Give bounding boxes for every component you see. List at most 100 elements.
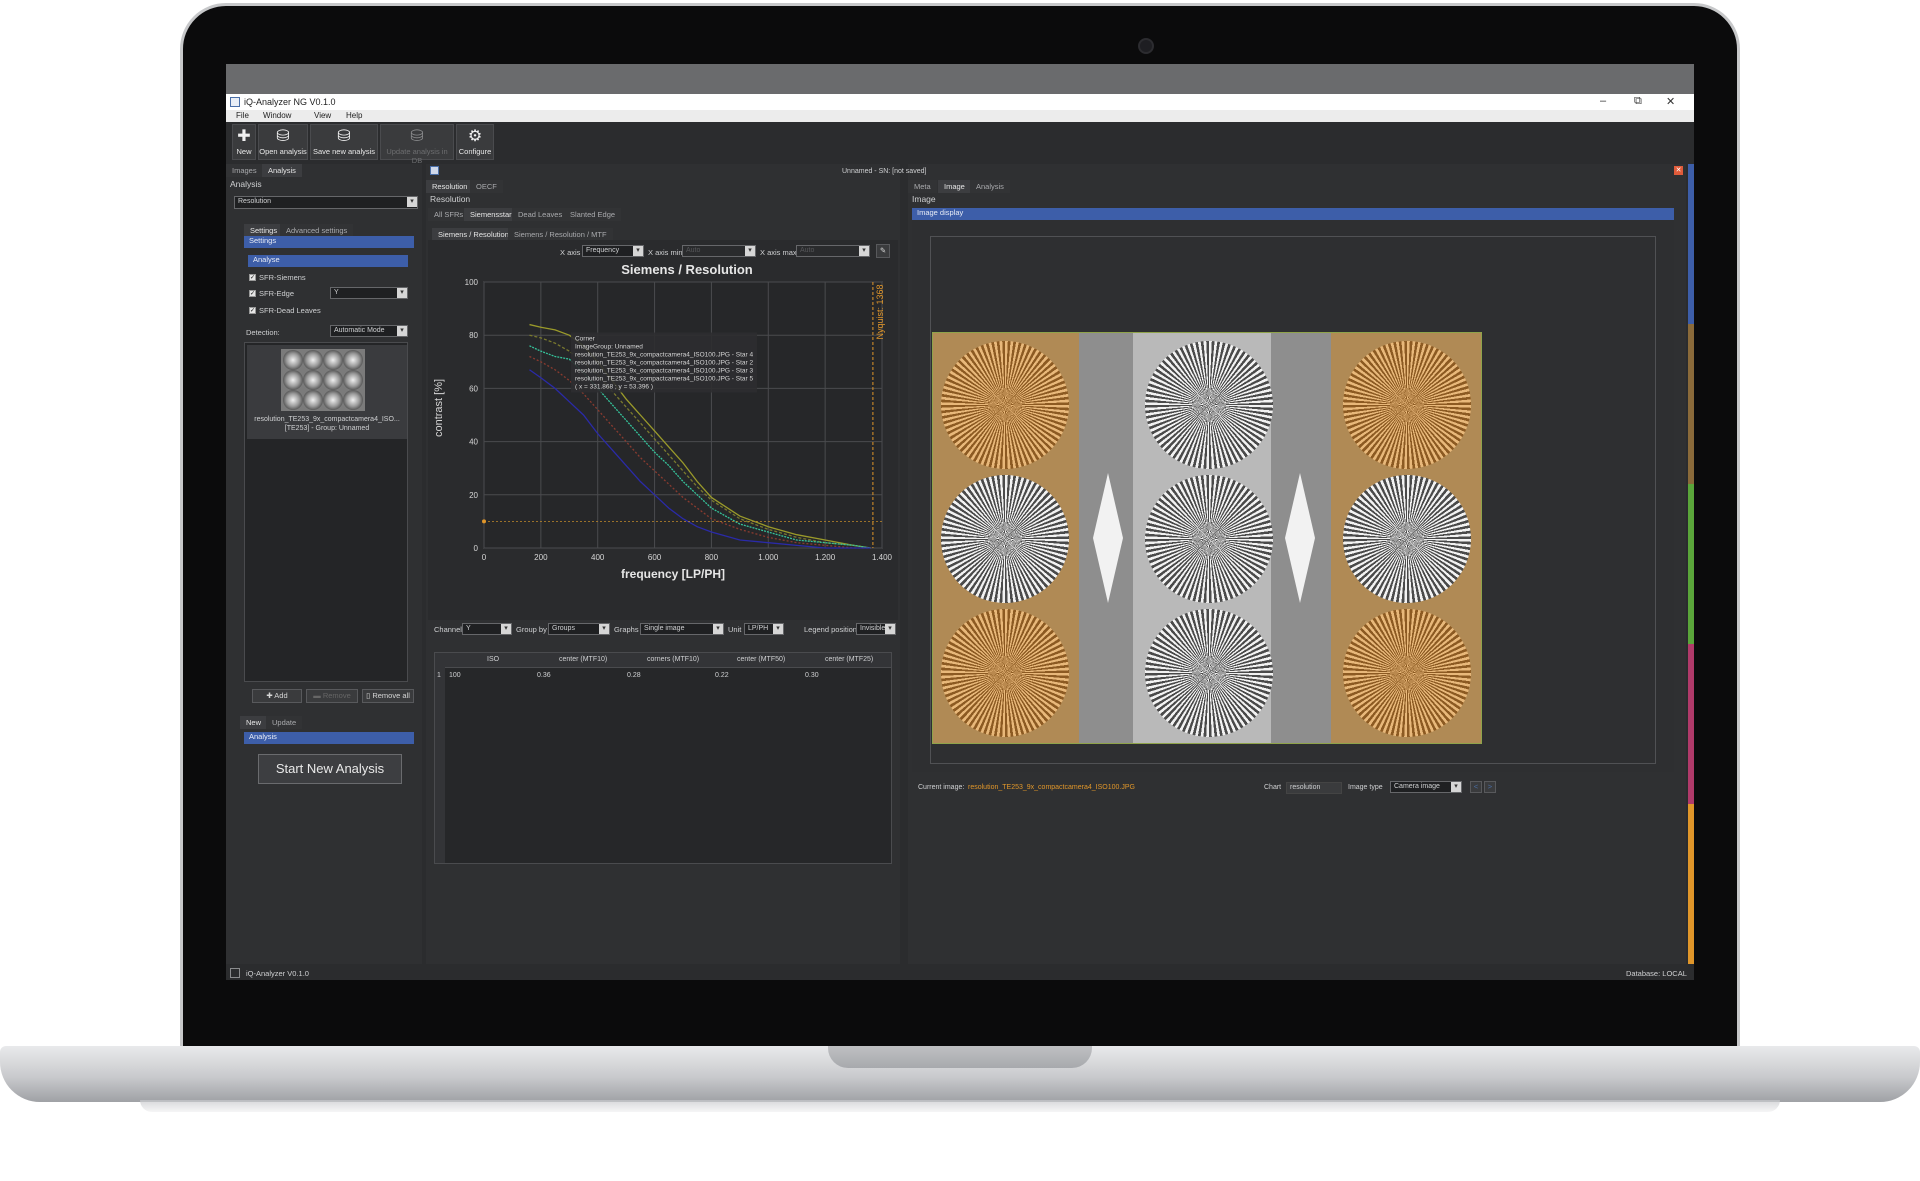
table-row[interactable]: 1 100 0.36 0.28 0.22 0.30 (435, 669, 891, 683)
siemens-star (1343, 475, 1471, 603)
row-index: 1 (437, 672, 441, 679)
thumbnail-star (283, 390, 303, 410)
x-axis-max-value: Auto (800, 247, 815, 254)
maximize-button[interactable]: ⧉ (1634, 95, 1642, 108)
x-tick-label: 1.000 (758, 553, 779, 562)
tab-slanted-edge[interactable]: Slanted Edge (564, 208, 622, 221)
new-button-label: New (236, 147, 252, 156)
window-title: iQ-Analyzer NG V0.1.0 (244, 97, 336, 107)
thumbnail-star (323, 390, 343, 410)
tab-image[interactable]: Image (938, 180, 971, 193)
edge-channel-select[interactable]: Y ▾ (330, 287, 408, 299)
open-analysis-button[interactable]: ⛁ Open analysis (258, 124, 308, 160)
tooltip-line: Corner (575, 336, 596, 343)
tab-dead-leaves[interactable]: Dead Leaves (512, 208, 569, 221)
remove-all-label: Remove all (372, 691, 410, 700)
menu-help[interactable]: Help (346, 111, 362, 120)
sfr-edge-checkbox[interactable]: ✓ (249, 290, 256, 297)
graphs-value: Single image (644, 625, 685, 632)
tab-analysis[interactable]: Analysis (262, 164, 302, 177)
thumbnail-caption-line-2: [TE253] - Group: Unnamed (284, 425, 370, 432)
analysis-select[interactable]: Resolution ▾ (234, 196, 418, 209)
sfr-dead-leaves-checkbox[interactable]: ✓ (249, 307, 256, 314)
minus-icon: ▬ (313, 691, 323, 700)
tab-oecf[interactable]: OECF (470, 180, 503, 193)
legend-position-select[interactable]: Invisible ▾ (856, 623, 896, 635)
nyquist-label: Nyquist: 1368 (875, 284, 885, 339)
update-analysis-label: Update analysis in DB (386, 147, 448, 165)
plus-icon: ✚ (237, 128, 251, 145)
y-tick-label: 80 (469, 331, 478, 340)
chevron-down-icon: ▾ (397, 288, 407, 298)
graphs-select[interactable]: Single image ▾ (640, 623, 724, 635)
detection-select[interactable]: Automatic Mode ▾ (330, 325, 408, 337)
x-tick-label: 200 (534, 553, 548, 562)
save-icon: ⛁ (337, 128, 351, 145)
accent-stripe-magenta (1688, 644, 1694, 804)
unit-value: LP/PH (748, 625, 769, 632)
configure-button[interactable]: ⚙ Configure (456, 124, 494, 160)
accent-stripe-green (1688, 484, 1694, 644)
sfr-siemens-checkbox[interactable]: ✓ (249, 274, 256, 281)
remove-button[interactable]: ▬ Remove (306, 689, 358, 703)
group-by-select[interactable]: Groups ▾ (548, 623, 610, 635)
accent-stripe-brown (1688, 324, 1694, 484)
group-by-value: Groups (552, 625, 575, 632)
close-panel-icon[interactable]: ✕ (1674, 166, 1683, 175)
unit-select[interactable]: LP/PH ▾ (744, 623, 784, 635)
close-button[interactable]: ✕ (1666, 95, 1675, 108)
image-type-select[interactable]: Camera image ▾ (1390, 781, 1462, 793)
tooltip-line: resolution_TE253_9x_compactcamera4_ISO10… (575, 360, 754, 367)
app-version: iQ-Analyzer V0.1.0 (246, 969, 309, 978)
x-tick-label: 1.400 (872, 553, 893, 562)
prev-image-button[interactable]: < (1470, 781, 1482, 793)
chevron-down-icon: ▾ (859, 246, 869, 256)
tooltip-line: ( x = 331.868 ; y = 53.396 ) (575, 384, 653, 391)
tab-images[interactable]: Images (226, 164, 263, 177)
app-window: iQ-Analyzer NG V0.1.0 – ⧉ ✕ File Window … (226, 94, 1694, 980)
table-cell: 0.36 (537, 672, 551, 679)
accent-stripe-blue (1688, 164, 1694, 324)
sfr-dead-leaves-label: SFR-Dead Leaves (259, 306, 321, 315)
menu-window[interactable]: Window (263, 111, 291, 120)
chevron-down-icon: ▾ (633, 246, 643, 256)
start-new-analysis-button[interactable]: Start New Analysis (258, 754, 402, 784)
minimize-button[interactable]: – (1600, 95, 1606, 107)
tab-new[interactable]: New (240, 716, 268, 729)
siemens-star (1343, 609, 1471, 737)
siemens-star (941, 609, 1069, 737)
chart-type-label: Chart (1264, 784, 1282, 791)
update-analysis-button[interactable]: ⛁ Update analysis in DB (380, 124, 454, 165)
x-axis-min-select[interactable]: Auto ▾ (682, 245, 756, 257)
tab-meta[interactable]: Meta (908, 180, 937, 193)
next-image-button[interactable]: > (1484, 781, 1496, 793)
accent-stripe-orange (1688, 804, 1694, 964)
tab-all-sfrs[interactable]: All SFRs (428, 208, 470, 221)
list-item[interactable]: resolution_TE253_9x_compactcamera4_ISO..… (247, 345, 407, 439)
tooltip-line: ImageGroup: Unnamed (575, 344, 643, 351)
column-header: corners (MTF10) (647, 656, 700, 663)
tab-resolution[interactable]: Resolution (426, 180, 474, 193)
channel-select[interactable]: Y ▾ (462, 623, 512, 635)
add-button[interactable]: ✚ Add (252, 689, 302, 703)
chart-type-field[interactable]: resolution (1286, 782, 1342, 794)
save-new-analysis-button[interactable]: ⛁ Save new analysis (310, 124, 378, 160)
graphs-label: Graphs (614, 625, 639, 634)
menu-view[interactable]: View (314, 111, 331, 120)
thumbnail-star (323, 370, 343, 390)
tab-siemensstar[interactable]: Siemensstar (464, 208, 518, 221)
tooltip-line: resolution_TE253_9x_compactcamera4_ISO10… (575, 368, 754, 375)
x-axis-select[interactable]: Frequency ▾ (582, 245, 644, 257)
y-tick-label: 100 (465, 278, 479, 287)
siemens-star (1145, 609, 1273, 737)
new-button[interactable]: ✚ New (232, 124, 256, 160)
detection-value: Automatic Mode (334, 327, 385, 334)
tab-update[interactable]: Update (266, 716, 303, 729)
thumbnail-caption-line-1: resolution_TE253_9x_compactcamera4_ISO..… (254, 416, 400, 423)
tab-right-analysis[interactable]: Analysis (970, 180, 1010, 193)
section-title: Analysis (230, 179, 262, 189)
wrench-icon[interactable]: ✎ (876, 244, 890, 258)
x-axis-max-select[interactable]: Auto ▾ (796, 245, 870, 257)
remove-all-button[interactable]: ▯ Remove all (362, 689, 414, 703)
menu-file[interactable]: File (236, 111, 249, 120)
